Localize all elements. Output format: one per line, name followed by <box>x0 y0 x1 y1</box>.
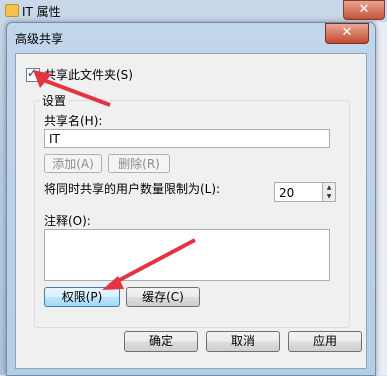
arrow-to-permissions <box>102 238 196 290</box>
arrow-to-checkbox <box>33 70 111 107</box>
annotation-arrows <box>33 70 196 290</box>
